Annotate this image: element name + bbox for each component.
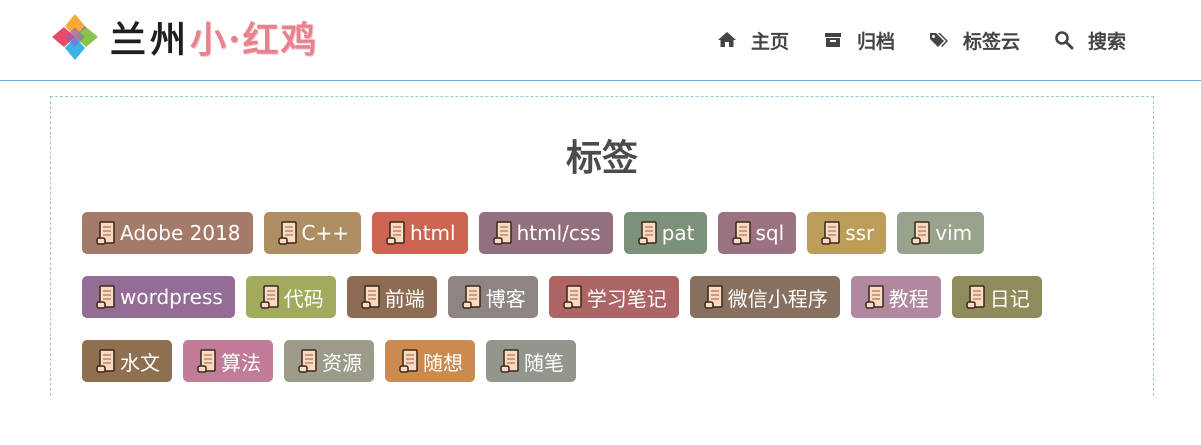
tag-label: pat bbox=[661, 221, 695, 245]
archive-icon bbox=[823, 30, 843, 50]
logo-text-name: 小·红鸡 bbox=[190, 19, 319, 61]
tag-label: 博客 bbox=[485, 286, 526, 311]
tag-essay[interactable]: 随笔 bbox=[486, 340, 576, 382]
tag-adobe-2018[interactable]: Adobe 2018 bbox=[82, 212, 253, 254]
tag-label: 教程 bbox=[888, 286, 929, 311]
tag-label: html bbox=[410, 221, 456, 245]
nav-item-home-label: 主页 bbox=[750, 30, 789, 53]
scroll-icon bbox=[704, 285, 723, 309]
nav-item-archive-label: 归档 bbox=[856, 30, 895, 53]
tag-label: 微信小程序 bbox=[727, 286, 828, 311]
tag-frontend[interactable]: 前端 bbox=[346, 276, 437, 318]
tag-label: 前端 bbox=[384, 286, 425, 311]
tag-algorithm[interactable]: 算法 bbox=[183, 340, 273, 382]
tag-study-notes[interactable]: 学习笔记 bbox=[548, 276, 679, 318]
tag-label: 随想 bbox=[423, 350, 463, 375]
tag-code[interactable]: 代码 bbox=[245, 276, 336, 318]
page-title: 标签 bbox=[565, 138, 638, 179]
tag-label: 日记 bbox=[989, 286, 1030, 311]
tag-html-css[interactable]: html/css bbox=[478, 212, 613, 254]
scroll-icon bbox=[966, 285, 985, 309]
nav-item-tag-cloud[interactable]: 标签云 bbox=[929, 27, 1020, 54]
scroll-icon bbox=[500, 349, 519, 373]
tag-diary[interactable]: 日记 bbox=[951, 276, 1042, 318]
scroll-icon bbox=[96, 285, 115, 309]
tag-label: 资源 bbox=[322, 350, 362, 375]
scroll-icon bbox=[260, 285, 279, 309]
scroll-icon bbox=[731, 221, 751, 245]
scroll-icon bbox=[399, 349, 418, 373]
scroll-icon bbox=[298, 349, 317, 373]
nav-item-search-label: 搜索 bbox=[1087, 30, 1126, 53]
site-header: 兰州 小·红鸡 主页 归档 标签云 搜索 bbox=[0, 0, 1201, 81]
tag-label: html/css bbox=[516, 221, 601, 245]
scroll-icon bbox=[637, 221, 657, 245]
scroll-icon bbox=[821, 221, 840, 245]
tag-html[interactable]: html bbox=[372, 212, 468, 254]
scroll-icon bbox=[96, 349, 115, 373]
nav-item-archive[interactable]: 归档 bbox=[823, 27, 895, 54]
tag-cpp[interactable]: C++ bbox=[263, 212, 362, 254]
scroll-icon bbox=[386, 221, 405, 245]
tag-tutorial[interactable]: 教程 bbox=[850, 276, 941, 318]
site-logo[interactable]: 兰州 小·红鸡 bbox=[50, 12, 319, 62]
tag-blog[interactable]: 博客 bbox=[447, 276, 538, 318]
tag-label: vim bbox=[935, 221, 973, 245]
tag-label: C++ bbox=[301, 221, 350, 245]
scroll-icon bbox=[361, 285, 380, 309]
nav-item-home[interactable]: 主页 bbox=[717, 27, 789, 54]
tag-pat[interactable]: pat bbox=[623, 212, 707, 254]
main-nav: 主页 归档 标签云 搜索 bbox=[683, 22, 1126, 58]
tag-label: 随笔 bbox=[524, 350, 564, 375]
logo-text-city: 兰州 bbox=[110, 19, 191, 61]
nav-item-search[interactable]: 搜索 bbox=[1054, 27, 1126, 54]
scroll-icon bbox=[197, 349, 216, 373]
tag-label: sql bbox=[755, 221, 785, 245]
tag-row: 水文 算法 资源 随想 随笔 bbox=[82, 340, 1122, 382]
tag-vim[interactable]: vim bbox=[897, 212, 985, 254]
scroll-icon bbox=[492, 221, 512, 245]
page: 兰州 小·红鸡 主页 归档 标签云 搜索 标签 Adobe 2018 C++ h… bbox=[0, 0, 1201, 445]
tag-label: 学习笔记 bbox=[586, 286, 667, 311]
scroll-icon bbox=[462, 285, 481, 309]
tag-row: wordpress 代码 前端 博客 学习笔记 微信小程序 教程 日记 bbox=[82, 276, 1122, 318]
tag-filler-post[interactable]: 水文 bbox=[82, 340, 172, 382]
logo-mark-icon bbox=[52, 14, 98, 60]
tag-label: 代码 bbox=[283, 286, 324, 311]
nav-item-tag-cloud-label: 标签云 bbox=[962, 30, 1020, 53]
tag-random-thoughts[interactable]: 随想 bbox=[385, 340, 475, 382]
search-icon bbox=[1054, 30, 1074, 50]
scroll-icon bbox=[277, 221, 297, 245]
scroll-icon bbox=[563, 285, 582, 309]
tag-label: wordpress bbox=[120, 285, 223, 309]
tag-label: Adobe 2018 bbox=[120, 221, 241, 245]
tag-label: ssr bbox=[845, 221, 875, 245]
scroll-icon bbox=[911, 221, 930, 245]
scroll-icon bbox=[865, 285, 884, 309]
tag-label: 水文 bbox=[120, 350, 160, 375]
tag-list: Adobe 2018 C++ html html/css pat sql ssr… bbox=[82, 212, 1122, 404]
tag-sql[interactable]: sql bbox=[717, 212, 797, 254]
tag-ssr[interactable]: ssr bbox=[807, 212, 887, 254]
logo-text: 兰州 小·红鸡 bbox=[110, 11, 319, 63]
tags-icon bbox=[929, 30, 949, 50]
tag-resources[interactable]: 资源 bbox=[284, 340, 374, 382]
tags-card: 标签 Adobe 2018 C++ html html/css pat sql … bbox=[50, 96, 1154, 396]
tag-wordpress[interactable]: wordpress bbox=[82, 276, 235, 318]
scroll-icon bbox=[96, 221, 115, 245]
tag-wechat-mini-program[interactable]: 微信小程序 bbox=[689, 276, 840, 318]
tag-row: Adobe 2018 C++ html html/css pat sql ssr… bbox=[82, 212, 1122, 254]
tag-label: 算法 bbox=[221, 350, 261, 375]
home-icon bbox=[717, 30, 737, 50]
